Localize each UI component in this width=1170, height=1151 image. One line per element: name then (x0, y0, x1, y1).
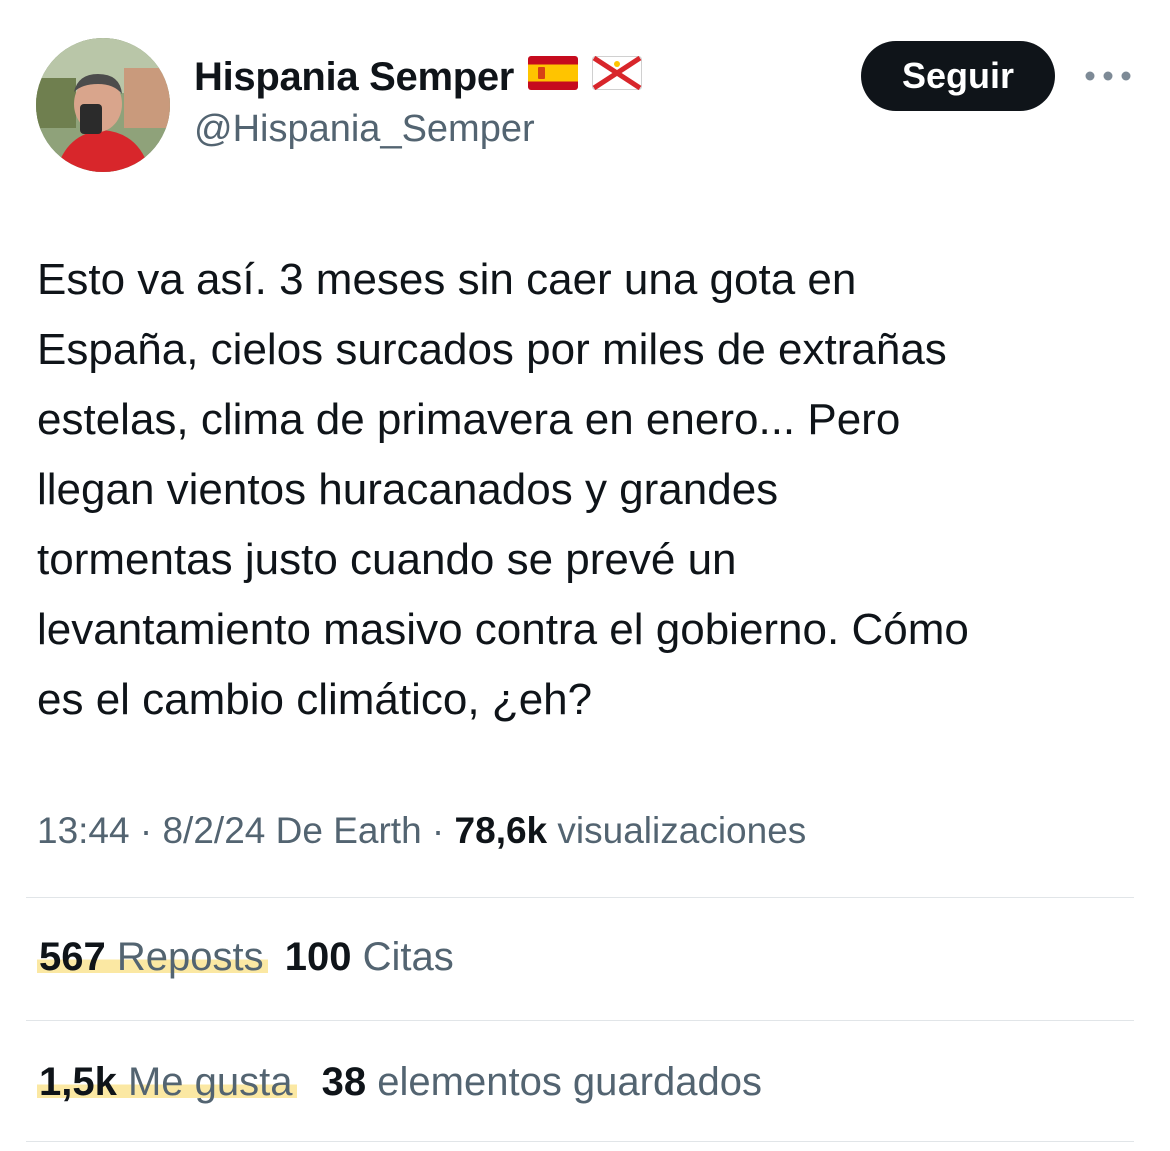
bookmarks-link[interactable]: 38 elementos guardados (322, 1060, 762, 1104)
likes-count: 1,5k (39, 1060, 117, 1104)
bookmarks-count: 38 (321, 1060, 367, 1104)
bookmarks-label: elementos guardados (377, 1060, 762, 1104)
author-handle[interactable]: @Hispania_Semper (194, 108, 535, 151)
quotes-link[interactable]: 100 Citas (285, 935, 454, 979)
display-name[interactable]: Hispania Semper (194, 55, 514, 100)
divider (26, 1020, 1134, 1021)
repost-quote-stats: 567 Reposts 100 Citas (37, 935, 454, 980)
tweet-time[interactable]: 13:44 (37, 810, 130, 851)
divider (26, 1141, 1134, 1142)
more-dots-icon (1085, 71, 1131, 81)
divider (26, 897, 1134, 898)
likes-label: Me gusta (127, 1060, 293, 1104)
tweet-date[interactable]: 8/2/24 (162, 810, 265, 851)
quotes-label: Citas (362, 935, 454, 979)
reposts-count: 567 (39, 935, 106, 979)
meta-separator: · (129, 810, 163, 851)
tweet-source: De Earth (275, 810, 422, 851)
author-name-row[interactable]: Hispania Semper (194, 52, 643, 102)
reposts-link[interactable]: 567 Reposts (37, 935, 268, 979)
spain-flag-icon (528, 55, 579, 100)
like-bookmark-stats: 1,5k Me gusta 38 elementos guardados (37, 1060, 762, 1105)
avatar[interactable] (36, 38, 170, 172)
views-count: 78,6k (454, 810, 548, 851)
views-label: visualizaciones (557, 810, 807, 851)
tweet-meta: 13:44 · 8/2/24 De Earth · 78,6k visualiz… (37, 810, 806, 852)
meta-separator: · (421, 810, 455, 851)
tweet-text: Esto va así. 3 meses sin caer una gota e… (37, 255, 969, 724)
follow-button[interactable]: Seguir (861, 41, 1055, 111)
reposts-label: Reposts (116, 935, 264, 979)
quotes-count: 100 (284, 935, 352, 979)
likes-link[interactable]: 1,5k Me gusta (37, 1060, 297, 1104)
avatar-photo (36, 38, 170, 172)
jersey-flag-icon (592, 55, 643, 100)
more-options-button[interactable] (1084, 58, 1132, 94)
